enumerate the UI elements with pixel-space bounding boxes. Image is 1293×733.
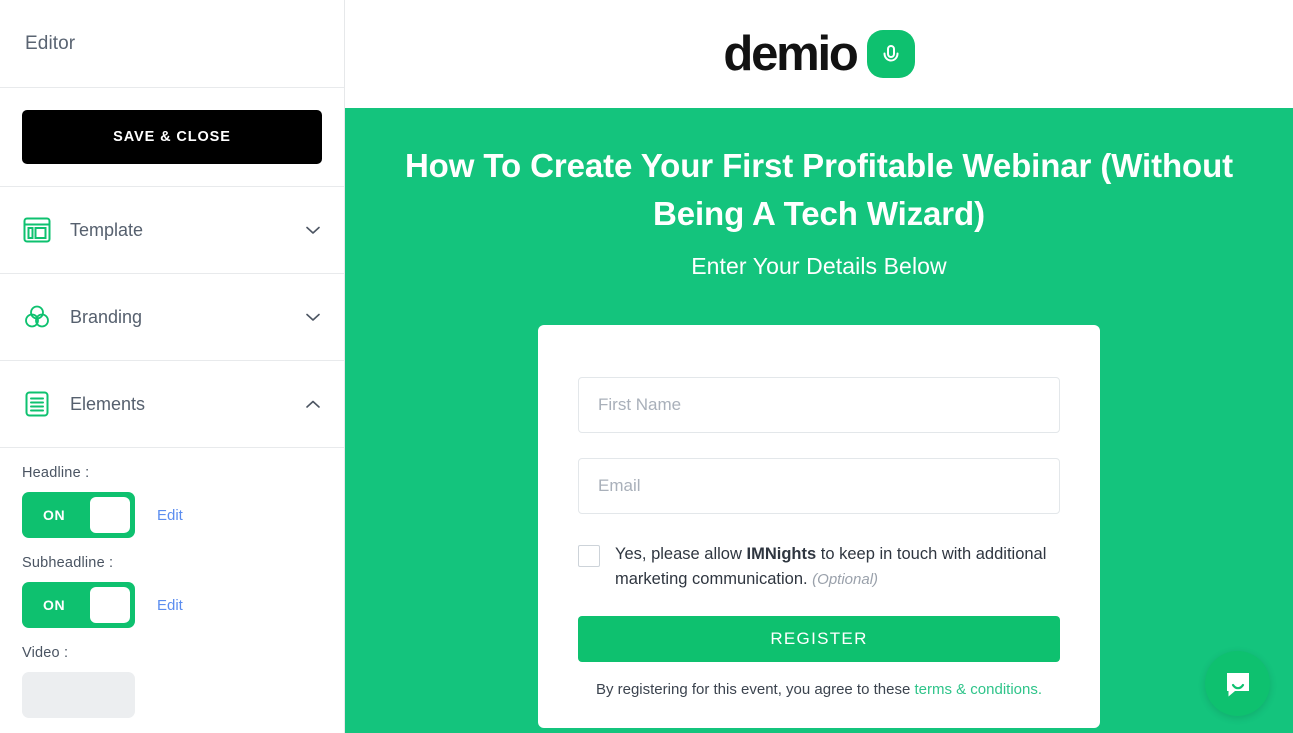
subheadline-toggle[interactable]: ON <box>22 582 135 628</box>
register-button[interactable]: REGISTER <box>578 616 1060 663</box>
headline-edit-link[interactable]: Edit <box>157 507 183 524</box>
sidebar-item-label: Elements <box>70 393 146 414</box>
toggle-knob <box>90 497 130 533</box>
element-label: Video : <box>22 645 69 661</box>
sidebar-item-branding[interactable]: Branding <box>0 274 344 361</box>
editor-app: Editor SAVE & CLOSE Template Branding El… <box>0 0 1293 733</box>
element-controls: ON Edit <box>22 492 322 538</box>
chevron-down-icon[interactable] <box>304 221 322 239</box>
logo-wordmark: demio <box>723 26 859 81</box>
elements-panel: Headline : ON Edit Subheadline : ON Edit… <box>0 448 344 718</box>
element-label: Headline : <box>22 465 90 481</box>
video-toggle[interactable] <box>22 672 135 718</box>
consent-brand-name: IMNights <box>746 545 817 564</box>
demio-logo: demio <box>723 26 915 81</box>
element-row-subheadline: Subheadline : ON Edit <box>22 538 322 628</box>
consent-optional-note: (Optional) <box>812 571 879 589</box>
registration-page-preview: demio How To Create Your First Profitabl… <box>345 0 1293 733</box>
marketing-consent-label: Yes, please allow IMNights to keep in to… <box>615 542 1060 592</box>
headline-toggle[interactable]: ON <box>22 492 135 538</box>
toggle-state-label: ON <box>43 507 66 523</box>
hero-headline: How To Create Your First Profitable Webi… <box>404 147 1234 232</box>
element-row-video: Video : <box>22 628 322 718</box>
sidebar-item-label: Template <box>70 219 144 240</box>
toggle-state-label: ON <box>43 597 66 613</box>
email-input[interactable] <box>578 458 1060 515</box>
sidebar-item-elements[interactable]: Elements <box>0 361 344 448</box>
hero-section: How To Create Your First Profitable Webi… <box>345 108 1293 733</box>
editor-sidebar: Editor SAVE & CLOSE Template Branding El… <box>0 0 345 733</box>
element-label: Subheadline : <box>22 555 114 571</box>
template-icon <box>20 213 54 247</box>
preview-logo-bar: demio <box>345 0 1293 108</box>
chevron-down-icon[interactable] <box>304 308 322 326</box>
element-controls: ON Edit <box>22 582 322 628</box>
terms-and-conditions-link[interactable]: terms & conditions. <box>914 681 1042 698</box>
chevron-up-icon[interactable] <box>304 395 322 413</box>
first-name-input[interactable] <box>578 377 1060 434</box>
sidebar-header: Editor <box>0 0 344 88</box>
terms-disclaimer: By registering for this event, you agree… <box>578 681 1060 698</box>
sidebar-item-label: Branding <box>70 306 143 327</box>
subheadline-edit-link[interactable]: Edit <box>157 597 183 614</box>
page-title: Editor <box>25 32 76 54</box>
branding-circles-icon <box>20 300 54 334</box>
microphone-icon <box>866 30 915 78</box>
hero-subheadline: Enter Your Details Below <box>691 253 947 280</box>
element-row-headline: Headline : ON Edit <box>22 448 322 538</box>
registration-form-card: Yes, please allow IMNights to keep in to… <box>538 325 1100 729</box>
marketing-consent-row: Yes, please allow IMNights to keep in to… <box>578 542 1060 592</box>
chat-bubble-icon[interactable] <box>1205 651 1270 716</box>
sidebar-item-template[interactable]: Template <box>0 187 344 274</box>
save-close-section: SAVE & CLOSE <box>0 88 344 187</box>
save-and-close-button[interactable]: SAVE & CLOSE <box>22 110 322 164</box>
consent-prefix: Yes, please allow <box>615 545 747 564</box>
toggle-knob <box>90 587 130 623</box>
elements-lines-icon <box>20 387 54 421</box>
terms-prefix: By registering for this event, you agree… <box>595 681 915 699</box>
marketing-consent-checkbox[interactable] <box>578 545 600 568</box>
